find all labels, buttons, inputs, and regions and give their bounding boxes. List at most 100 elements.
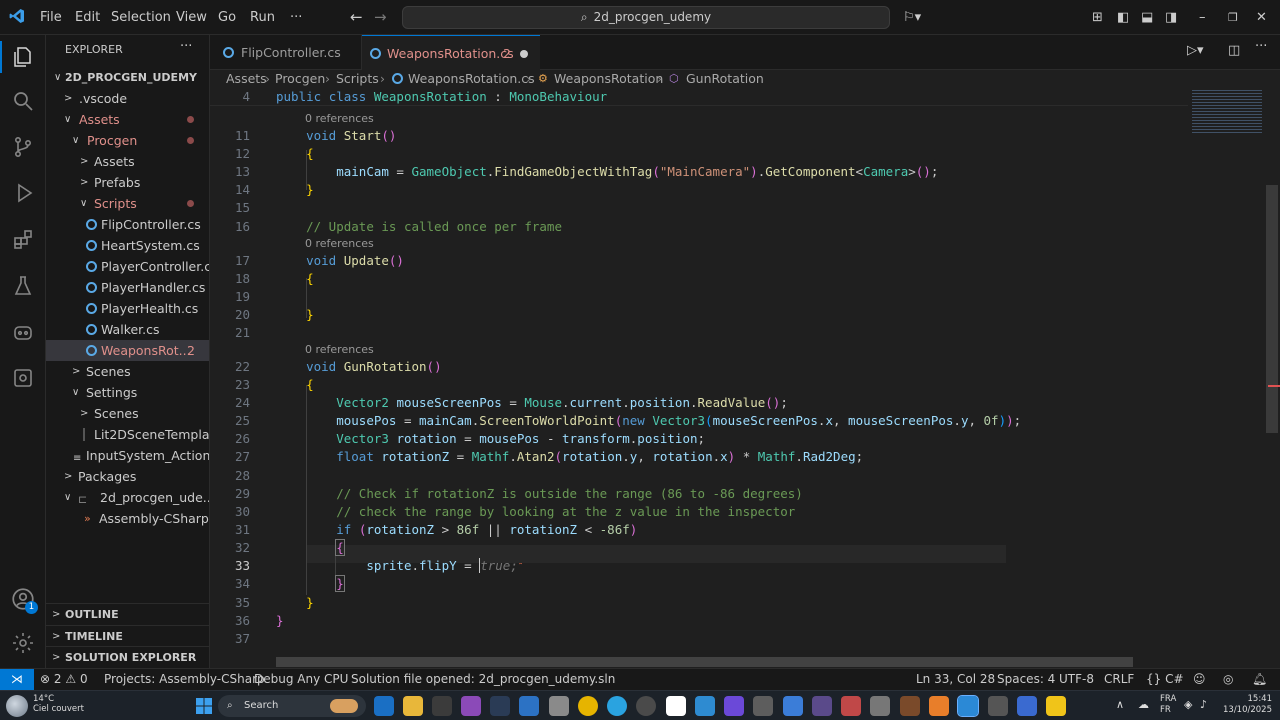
volume-icon[interactable]: ♪: [1200, 698, 1207, 711]
tree-item-file-selected[interactable]: WeaponsRot... 2: [46, 340, 209, 361]
vertical-scrollbar[interactable]: [1266, 185, 1278, 433]
copilot-chat-icon[interactable]: [0, 310, 46, 354]
tree-item-scenes-sub[interactable]: > Scenes: [46, 403, 209, 424]
weather-widget[interactable]: 14°C Ciel couvert: [33, 694, 84, 714]
pdf-app-icon[interactable]: [432, 696, 452, 716]
copilot-status-icon[interactable]: ☺: [1193, 669, 1206, 691]
tree-item-file[interactable]: ≡ InputSystem_Action...: [46, 445, 209, 466]
tree-item-project[interactable]: » Assembly-CSharp...: [46, 508, 209, 529]
unsaved-dot-icon[interactable]: [520, 50, 528, 58]
settings-app-icon[interactable]: [870, 696, 890, 716]
codelens-references[interactable]: 0 references: [305, 112, 374, 125]
restore-icon[interactable]: ❐: [1228, 0, 1238, 35]
solution-explorer-panel-header[interactable]: > SOLUTION EXPLORER: [46, 646, 209, 667]
customize-layout-icon[interactable]: ⊞: [1092, 0, 1103, 35]
minimap[interactable]: [1188, 88, 1268, 660]
codelens-references[interactable]: 0 references: [305, 237, 374, 250]
back-arrow-icon[interactable]: ←: [350, 0, 363, 35]
word-app-icon[interactable]: [1017, 696, 1037, 716]
breadcrumb-item[interactable]: WeaponsRotation.cs: [408, 70, 535, 87]
outlook-app-icon[interactable]: [374, 696, 394, 716]
problems-indicator[interactable]: ⊗ 2 ⚠ 0: [40, 669, 88, 691]
project-indicator[interactable]: Projects: Assembly-CSharp: [104, 669, 265, 691]
notes-app-icon[interactable]: [1046, 696, 1066, 716]
steam-app-icon[interactable]: [490, 696, 510, 716]
breadcrumb-item[interactable]: Procgen: [275, 70, 325, 87]
menu-view[interactable]: View: [176, 0, 207, 35]
notion-app-icon[interactable]: [753, 696, 773, 716]
toggle-secondary-sidebar-icon[interactable]: ◨: [1165, 0, 1177, 35]
language-mode[interactable]: {} C#: [1146, 669, 1184, 691]
tree-item-file[interactable]: FlipController.cs: [46, 214, 209, 235]
tree-item-file[interactable]: PlayerHealth.cs: [46, 298, 209, 319]
discord-app-icon[interactable]: [988, 696, 1008, 716]
tab-flipcontroller[interactable]: FlipController.cs: [210, 35, 362, 70]
explorer-icon[interactable]: [0, 35, 46, 79]
firefox-app-icon[interactable]: [929, 696, 949, 716]
tree-item-settings[interactable]: ∨ Settings: [46, 382, 209, 403]
timeline-panel-header[interactable]: > TIMELINE: [46, 625, 209, 646]
clock[interactable]: 15:41 13/10/2025: [1218, 694, 1272, 716]
search-view-icon[interactable]: [0, 79, 46, 123]
tree-item-solution[interactable]: ∨ ⊏ 2d_procgen_ude...: [46, 487, 209, 508]
menu-run[interactable]: Run: [250, 0, 275, 35]
media-app-icon[interactable]: [549, 696, 569, 716]
edge-app-icon[interactable]: [695, 696, 715, 716]
outline-panel-header[interactable]: > OUTLINE: [46, 603, 209, 624]
toggle-sidebar-icon[interactable]: ◧: [1117, 0, 1129, 35]
tree-item-prefabs[interactable]: > Prefabs: [46, 172, 209, 193]
telegram-app-icon[interactable]: [607, 696, 627, 716]
cursor-position[interactable]: Ln 33, Col 28: [916, 669, 995, 691]
breadcrumb-item[interactable]: Assets: [226, 70, 267, 87]
horizontal-scrollbar[interactable]: [276, 657, 1133, 667]
indentation[interactable]: Spaces: 4: [997, 669, 1055, 691]
menu-edit[interactable]: Edit: [75, 0, 100, 35]
encoding[interactable]: UTF-8: [1059, 669, 1094, 691]
extensions-icon[interactable]: [0, 218, 46, 262]
toggle-panel-icon[interactable]: ⬓: [1141, 0, 1153, 35]
windows-start-icon[interactable]: [196, 698, 212, 718]
breadcrumb-item[interactable]: Scripts: [336, 70, 379, 87]
testing-icon[interactable]: [0, 264, 46, 308]
teams-app-icon[interactable]: [783, 696, 803, 716]
tree-item-vscode[interactable]: > .vscode: [46, 88, 209, 109]
breadcrumb-item[interactable]: GunRotation: [686, 70, 764, 87]
chrome-app-icon[interactable]: [578, 696, 598, 716]
settings-gear-icon[interactable]: [0, 621, 46, 665]
remote-indicator-icon[interactable]: ⋊: [0, 669, 34, 691]
command-center-search[interactable]: ⌕ 2d_procgen_udemy: [402, 6, 890, 29]
file-explorer-app-icon[interactable]: [403, 696, 423, 716]
account-icon[interactable]: [0, 577, 46, 621]
menu-selection[interactable]: Selection: [111, 0, 171, 35]
run-file-icon[interactable]: ▷▾: [1187, 43, 1204, 58]
obs-app-icon[interactable]: [812, 696, 832, 716]
source-control-icon[interactable]: [0, 125, 46, 169]
network-icon[interactable]: ◈: [1184, 698, 1192, 711]
tray-chevron-icon[interactable]: ∧: [1116, 698, 1124, 711]
vs-app-icon[interactable]: [724, 696, 744, 716]
build-config[interactable]: Debug Any CPU: [254, 669, 348, 691]
folder-root[interactable]: ∨ 2D_PROCGEN_UDEMY: [46, 67, 209, 88]
remote-explorer-icon[interactable]: [0, 356, 46, 400]
language-indicator[interactable]: FRA FR: [1160, 694, 1176, 716]
code-editor[interactable]: 4 public class WeaponsRotation : MonoBeh…: [210, 88, 1188, 660]
forward-arrow-icon[interactable]: →: [374, 0, 387, 35]
onedrive-icon[interactable]: ☁: [1138, 698, 1149, 711]
tree-item-file[interactable]: PlayerHandler.cs: [46, 277, 209, 298]
explorer-more-button[interactable]: ···: [180, 39, 192, 54]
tree-item-scripts[interactable]: ∨ Scripts: [46, 193, 209, 214]
github-app-icon[interactable]: [636, 696, 656, 716]
tree-item-file[interactable]: Walker.cs: [46, 319, 209, 340]
breadcrumb-item[interactable]: WeaponsRotation: [554, 70, 663, 87]
photos-app-icon[interactable]: [841, 696, 861, 716]
tree-item-assets[interactable]: ∨ Assets: [46, 109, 209, 130]
close-window-icon[interactable]: ✕: [1256, 0, 1267, 35]
menu-file[interactable]: File: [40, 0, 62, 35]
store-app-icon[interactable]: [519, 696, 539, 716]
run-debug-icon[interactable]: [0, 171, 46, 215]
vscode-app-icon[interactable]: [957, 695, 979, 717]
split-editor-icon[interactable]: ◫: [1228, 43, 1240, 58]
blender-app-icon[interactable]: [900, 696, 920, 716]
tree-item-scenes[interactable]: > Scenes: [46, 361, 209, 382]
copilot-icon[interactable]: ⚐▾: [903, 0, 921, 35]
